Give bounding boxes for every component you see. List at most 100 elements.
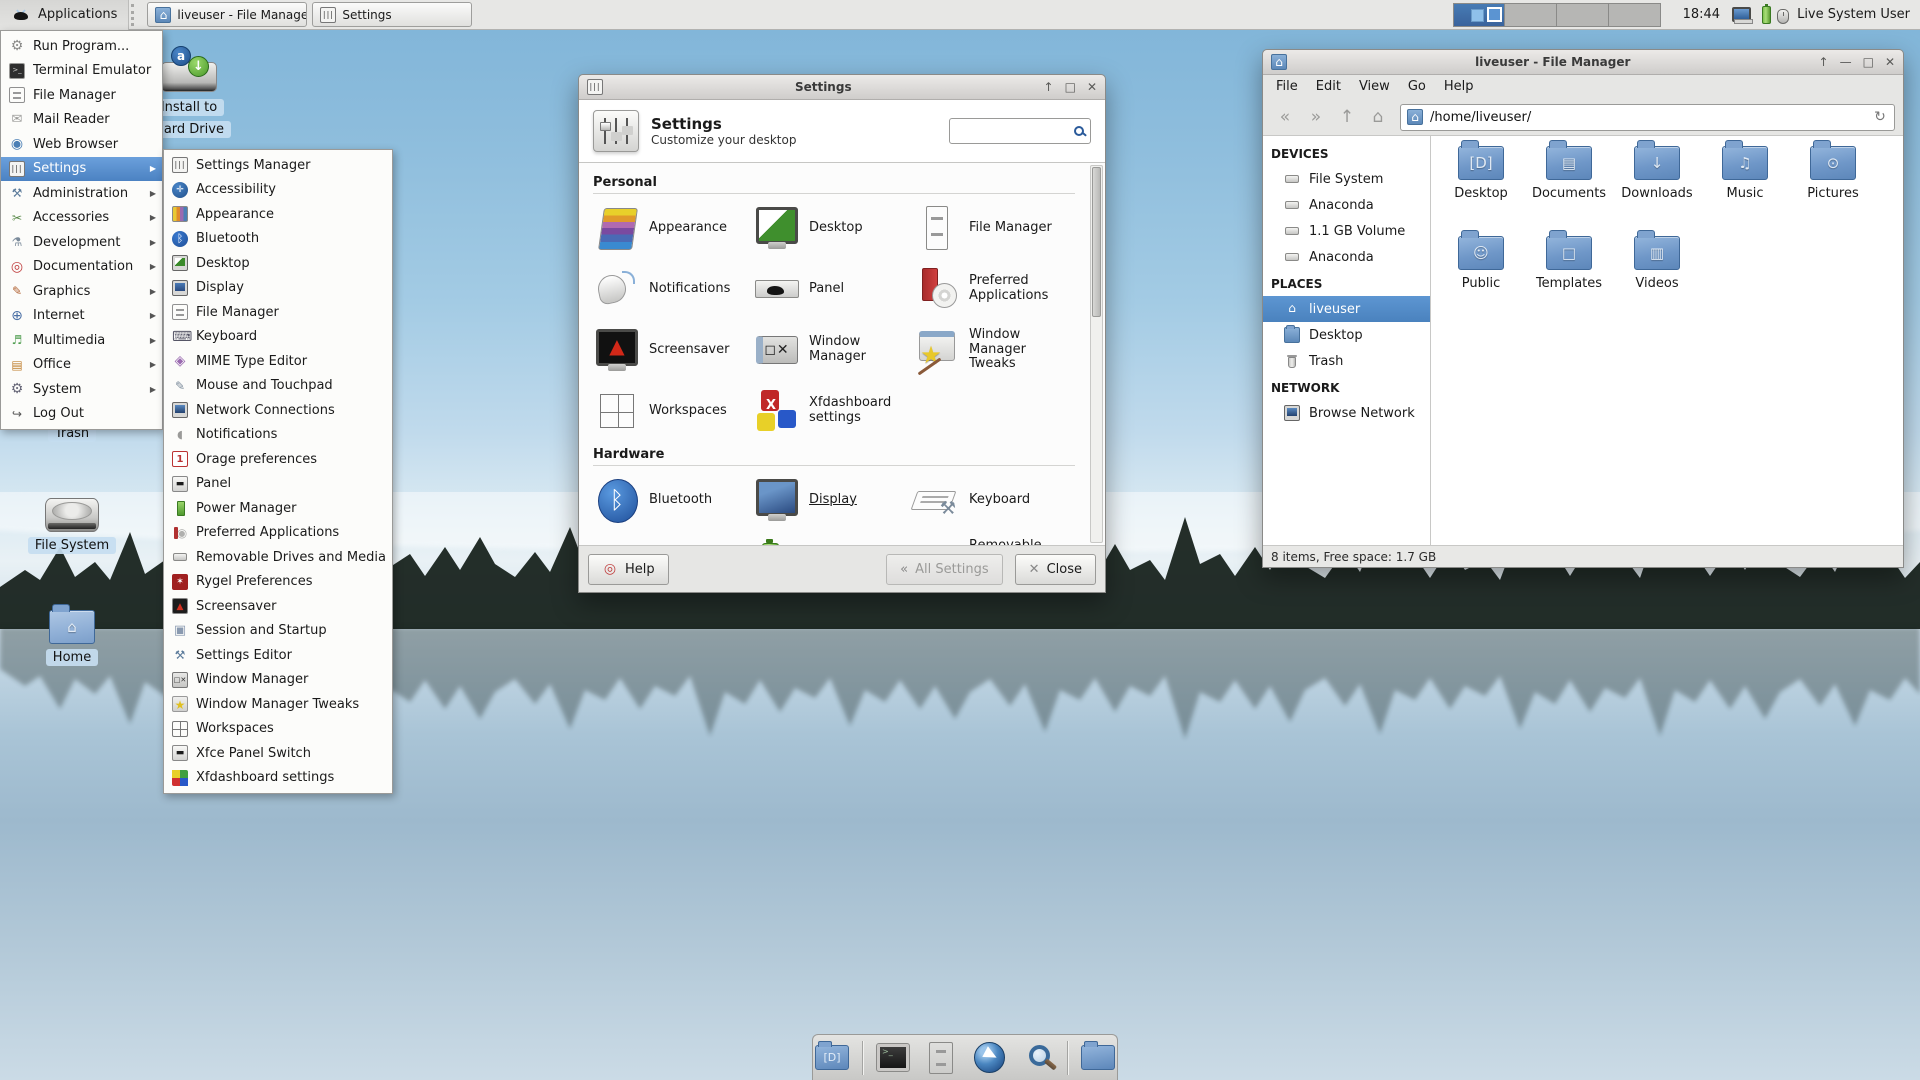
- minimize-button[interactable]: —: [1840, 50, 1852, 75]
- scrollbar-thumb[interactable]: [1092, 167, 1101, 318]
- file-item-videos[interactable]: ▥ Videos: [1613, 230, 1701, 314]
- forward-button[interactable]: »: [1302, 104, 1330, 131]
- settings-tile-file-manager[interactable]: File Manager: [913, 204, 1073, 252]
- taskbar-button-file-manager[interactable]: liveuser - File Manager: [147, 2, 308, 27]
- menu-item-accessibility[interactable]: Accessibility: [164, 178, 392, 203]
- settings-tile-appearance[interactable]: Appearance: [593, 204, 753, 252]
- workspace-3[interactable]: [1556, 2, 1609, 27]
- all-settings-button[interactable]: « All Settings: [886, 553, 1003, 585]
- menu-item-preferred-applications[interactable]: Preferred Applications: [164, 521, 392, 546]
- battery-icon[interactable]: [1762, 3, 1772, 24]
- close-button[interactable]: ✕: [1087, 75, 1097, 100]
- file-item-downloads[interactable]: ↓ Downloads: [1613, 140, 1701, 224]
- dock-item-terminal[interactable]: [875, 1039, 911, 1077]
- settings-tile-removable-drives-and-media[interactable]: Removable Drives and Media: [913, 537, 1073, 545]
- dock-item-search[interactable]: [1019, 1039, 1055, 1077]
- desktop-icon-home[interactable]: ⌂ Home: [17, 592, 127, 666]
- file-item-templates[interactable]: □ Templates: [1525, 230, 1613, 314]
- menu-help[interactable]: Help: [1435, 75, 1483, 99]
- settings-tile-bluetooth[interactable]: ᛒ Bluetooth: [593, 476, 753, 524]
- menu-item-window-manager-tweaks[interactable]: Window Manager Tweaks: [164, 692, 392, 717]
- sidebar-item-1-1-gb-volume[interactable]: 1.1 GB Volume: [1263, 218, 1430, 244]
- sidebar-item-desktop[interactable]: Desktop: [1263, 322, 1430, 348]
- help-button[interactable]: Help: [588, 553, 669, 585]
- settings-tile-window-manager-tweaks[interactable]: ★ Window Manager Tweaks: [913, 326, 1073, 374]
- settings-search-input[interactable]: [956, 123, 1070, 139]
- menu-item-mouse-and-touchpad[interactable]: Mouse and Touchpad: [164, 374, 392, 399]
- shade-button[interactable]: ↑: [1819, 50, 1829, 75]
- desktop-icon-file-system[interactable]: File System: [17, 480, 127, 554]
- settings-tile-display[interactable]: Display: [753, 476, 913, 524]
- menu-item-mail-reader[interactable]: Mail Reader: [1, 108, 162, 133]
- menu-item-screensaver[interactable]: Screensaver: [164, 594, 392, 619]
- file-item-desktop[interactable]: [D] Desktop: [1437, 140, 1525, 224]
- settings-tile-screensaver[interactable]: ▲ Screensaver: [593, 326, 753, 374]
- menu-item-xfce-panel-switch[interactable]: Xfce Panel Switch: [164, 741, 392, 766]
- menu-item-settings-editor[interactable]: Settings Editor: [164, 643, 392, 668]
- menu-view[interactable]: View: [1350, 75, 1399, 99]
- file-manager-titlebar[interactable]: liveuser - File Manager ↑ — □ ✕: [1263, 50, 1903, 75]
- close-button[interactable]: ✕: [1885, 50, 1895, 75]
- menu-item-development[interactable]: Development ▶: [1, 230, 162, 255]
- path-input[interactable]: [1430, 109, 1865, 125]
- menu-item-system[interactable]: System ▶: [1, 377, 162, 402]
- settings-tile-workspaces[interactable]: Workspaces: [593, 387, 753, 435]
- menu-item-display[interactable]: Display: [164, 276, 392, 301]
- menu-item-graphics[interactable]: Graphics ▶: [1, 279, 162, 304]
- applications-menu-button[interactable]: Applications: [0, 0, 130, 30]
- menu-item-xfdashboard-settings[interactable]: Xfdashboard settings: [164, 766, 392, 791]
- network-icon[interactable]: [1732, 6, 1756, 24]
- settings-tile-window-manager[interactable]: ◻✕ Window Manager: [753, 326, 913, 374]
- dock-item-file-manager[interactable]: [923, 1039, 959, 1077]
- menu-item-file-manager[interactable]: File Manager: [164, 300, 392, 325]
- reload-icon[interactable]: [1872, 109, 1888, 125]
- menu-item-terminal-emulator[interactable]: Terminal Emulator: [1, 59, 162, 84]
- menu-item-documentation[interactable]: Documentation ▶: [1, 255, 162, 280]
- workspace-2[interactable]: [1504, 2, 1557, 27]
- close-settings-button[interactable]: ✕ Close: [1014, 553, 1096, 585]
- menu-item-removable-drives-and-media[interactable]: Removable Drives and Media: [164, 545, 392, 570]
- dock-item-web-browser[interactable]: [971, 1039, 1007, 1077]
- menu-item-panel[interactable]: Panel: [164, 472, 392, 497]
- sidebar-item-liveuser[interactable]: liveuser: [1263, 296, 1430, 322]
- menu-item-office[interactable]: Office ▶: [1, 353, 162, 378]
- menu-item-administration[interactable]: Administration ▶: [1, 181, 162, 206]
- home-button[interactable]: ⌂: [1364, 104, 1392, 131]
- menu-item-notifications[interactable]: Notifications: [164, 423, 392, 448]
- settings-tile-panel[interactable]: Panel: [753, 265, 913, 313]
- menu-item-power-manager[interactable]: Power Manager: [164, 496, 392, 521]
- menu-item-web-browser[interactable]: Web Browser: [1, 132, 162, 157]
- back-button[interactable]: «: [1271, 104, 1299, 131]
- menu-item-window-manager[interactable]: Window Manager: [164, 668, 392, 693]
- file-item-documents[interactable]: ▤ Documents: [1525, 140, 1613, 224]
- file-item-public[interactable]: ☺ Public: [1437, 230, 1525, 314]
- menu-item-network-connections[interactable]: Network Connections: [164, 398, 392, 423]
- maximize-button[interactable]: □: [1863, 50, 1874, 75]
- menu-item-settings[interactable]: Settings ▶: [1, 156, 162, 181]
- settings-tile-preferred-applications[interactable]: Preferred Applications: [913, 265, 1073, 313]
- menu-item-workspaces[interactable]: Workspaces: [164, 717, 392, 742]
- sidebar-item-file-system[interactable]: File System: [1263, 166, 1430, 192]
- menu-item-internet[interactable]: Internet ▶: [1, 304, 162, 329]
- sidebar-item-browse-network[interactable]: Browse Network: [1263, 400, 1430, 426]
- settings-tile-desktop[interactable]: Desktop: [753, 204, 913, 252]
- menu-item-log-out[interactable]: Log Out: [1, 402, 162, 427]
- settings-titlebar[interactable]: Settings ↑ □ ✕: [579, 75, 1105, 100]
- menu-edit[interactable]: Edit: [1307, 75, 1350, 99]
- menu-item-multimedia[interactable]: Multimedia ▶: [1, 328, 162, 353]
- workspace-1[interactable]: [1452, 2, 1505, 27]
- settings-tile-mouse-and-touchpad[interactable]: ✎Mouse and Touchpad: [593, 537, 753, 545]
- menu-item-appearance[interactable]: Appearance: [164, 202, 392, 227]
- sidebar-item-anaconda[interactable]: Anaconda: [1263, 244, 1430, 270]
- settings-scrollbar[interactable]: [1090, 165, 1103, 543]
- taskbar-button-settings[interactable]: Settings: [312, 2, 473, 27]
- maximize-button[interactable]: □: [1065, 75, 1076, 100]
- menu-item-settings-manager[interactable]: Settings Manager: [164, 153, 392, 178]
- settings-tile-keyboard[interactable]: ⚒ Keyboard: [913, 476, 1073, 524]
- file-item-music[interactable]: ♫ Music: [1701, 140, 1789, 224]
- sidebar-item-trash[interactable]: Trash: [1263, 348, 1430, 374]
- menu-item-accessories[interactable]: Accessories ▶: [1, 206, 162, 231]
- menu-item-desktop[interactable]: Desktop: [164, 251, 392, 276]
- menu-item-rygel-preferences[interactable]: Rygel Preferences: [164, 570, 392, 595]
- mouse-icon[interactable]: [1777, 8, 1790, 24]
